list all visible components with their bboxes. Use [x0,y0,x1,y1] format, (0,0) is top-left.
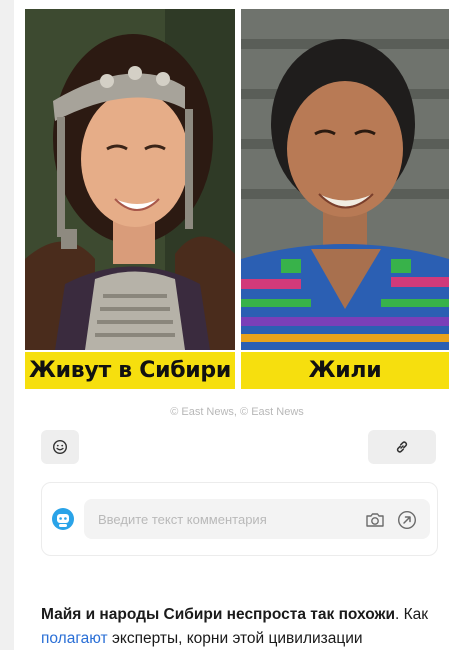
article-bold-lead: Майя и народы Сибири неспроста так похож… [41,606,396,623]
robot-avatar-icon [52,508,74,530]
caption-siberia: Живут в Сибири [25,352,235,389]
left-gutter [0,0,14,650]
comment-form [41,482,438,556]
photo-siberian-woman [25,9,235,350]
send-arrow-icon [397,510,417,530]
caption-maya-text: Жили [308,358,382,383]
article-after-bold: . Как [395,606,429,623]
copy-link-button[interactable] [368,430,436,464]
article-link[interactable]: полагают [41,630,108,647]
photo-credit: © East News, © East News [170,406,304,418]
article-paragraph: Майя и народы Сибири неспроста так похож… [41,603,441,651]
smiley-icon [52,439,68,455]
article-line-rest: эксперты, корни этой цивилизации [107,630,363,647]
caption-maya: Жили [241,352,449,389]
photo-maya-woman [241,9,449,350]
siberian-woman-illustration [25,9,235,350]
attach-photo-button[interactable] [364,511,386,529]
send-comment-button[interactable] [396,509,418,531]
link-icon [396,441,408,453]
camera-icon [366,513,384,527]
maya-woman-illustration [241,9,449,350]
caption-siberia-text: Живут в Сибири [29,358,231,383]
emoji-reaction-button[interactable] [41,430,79,464]
